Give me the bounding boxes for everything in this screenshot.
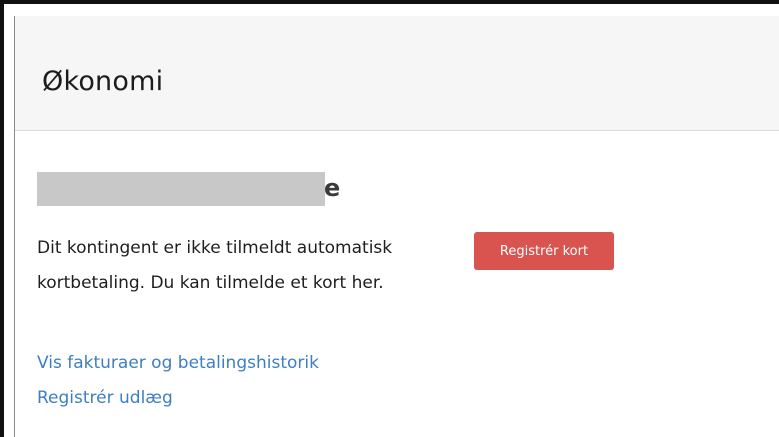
membership-heading-tail: e [324,174,341,202]
invoices-history-link[interactable]: Vis fakturaer og betalingshistorik [37,353,319,373]
register-card-button[interactable]: Registrér kort [474,232,614,270]
membership-status-text: Dit kontingent er ikke tilmeldt automati… [37,238,393,293]
redacted-heading-block [37,172,325,206]
panel-title: Økonomi [42,66,164,97]
screenshot-frame: Økonomi e Dit kontingent er ikke tilmeld… [0,0,779,437]
register-expense-link[interactable]: Registrér udlæg [37,388,173,408]
panel-header: Økonomi [15,16,779,131]
